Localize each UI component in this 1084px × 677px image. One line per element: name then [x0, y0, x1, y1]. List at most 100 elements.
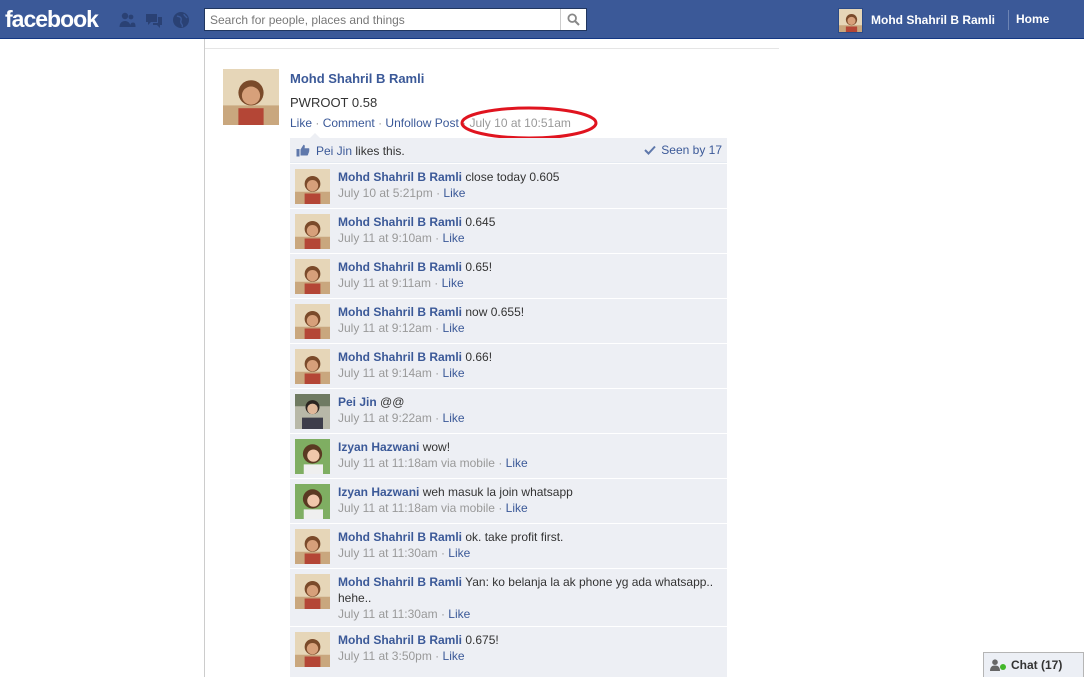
comment-text: 0.65! [465, 260, 493, 274]
comment-timestamp[interactable]: July 11 at 11:18am via mobile [338, 456, 495, 470]
comment-like-link[interactable]: Like [443, 411, 465, 425]
seen-by-link[interactable]: Seen by 17 [644, 143, 722, 157]
nav-divider [1008, 10, 1009, 30]
comment-meta: July 11 at 9:22am · Like [338, 411, 465, 425]
comment-item: Izyan Hazwani weh masuk la join whatsapp… [290, 478, 727, 523]
comment-like-link[interactable]: Like [443, 186, 465, 200]
comment-author-name[interactable]: Mohd Shahril B Ramli [338, 170, 462, 184]
comment-timestamp[interactable]: July 11 at 3:50pm [338, 649, 432, 663]
comment-author-name[interactable]: Mohd Shahril B Ramli [338, 215, 462, 229]
comment-item: Mohd Shahril B Ramli now 0.655! July 11 a… [290, 298, 727, 343]
profile-link[interactable]: Mohd Shahril B Ramli [838, 7, 995, 33]
comment-body: Pei Jin @@ July 11 at 9:22am · Like [338, 394, 718, 427]
comment-like-link[interactable]: Like [506, 456, 528, 470]
top-navigation-bar: facebook Mohd Shahril B Ramli Home [0, 0, 1084, 39]
comment-body: Mohd Shahril B Ramli Yan: ko belanja la … [338, 574, 718, 623]
comment-author-avatar[interactable] [295, 259, 330, 294]
comment-author-name[interactable]: Mohd Shahril B Ramli [338, 305, 462, 319]
comment-body: Mohd Shahril B Ramli close today 0.605 Ju… [338, 169, 718, 202]
comment-item: Mohd Shahril B Ramli 0.66! July 11 at 9:1… [290, 343, 727, 388]
chat-friends-online-icon [990, 659, 1006, 671]
comment-like-link[interactable]: Like [442, 276, 464, 290]
comment-text: weh masuk la join whatsapp [422, 485, 573, 499]
comment-timestamp[interactable]: July 11 at 9:14am [338, 366, 432, 380]
likes-suffix: likes this. [355, 144, 405, 158]
liker-name[interactable]: Pei Jin [316, 144, 352, 158]
comment-like-link[interactable]: Like [443, 366, 465, 380]
comment-timestamp[interactable]: July 11 at 9:10am [338, 231, 432, 245]
comment-author-avatar[interactable] [295, 304, 330, 339]
comment-author-avatar[interactable] [295, 214, 330, 249]
comment-like-link[interactable]: Like [448, 546, 470, 560]
comment-author-avatar[interactable] [295, 484, 330, 519]
post-timestamp[interactable]: July 10 at 10:51am [469, 116, 570, 130]
comment-item: Mohd Shahril B Ramli ok. take profit fir… [290, 523, 727, 568]
comment-timestamp[interactable]: July 11 at 9:22am [338, 411, 432, 425]
comment-timestamp[interactable]: July 11 at 9:12am [338, 321, 432, 335]
unfollow-post-link[interactable]: Unfollow Post [385, 116, 458, 130]
comment-text: ok. take profit first. [465, 530, 564, 544]
comment-body: Mohd Shahril B Ramli ok. take profit fir… [338, 529, 718, 562]
comment-author-avatar[interactable] [295, 632, 330, 667]
comment-body: Mohd Shahril B Ramli 0.675! July 11 at 3:… [338, 632, 718, 665]
comment-author-name[interactable]: Mohd Shahril B Ramli [338, 350, 462, 364]
chat-bar[interactable]: Chat (17) [983, 652, 1084, 677]
like-link[interactable]: Like [290, 116, 312, 130]
search-input[interactable] [205, 9, 555, 30]
comment-meta: July 11 at 11:18am via mobile · Like [338, 501, 528, 515]
profile-name: Mohd Shahril B Ramli [871, 13, 996, 27]
comment-link[interactable]: Comment [323, 116, 375, 130]
post-author-avatar[interactable] [223, 69, 279, 125]
friend-requests-icon[interactable] [118, 11, 136, 29]
search-button[interactable] [560, 9, 586, 30]
comment-body: Izyan Hazwani weh masuk la join whatsapp… [338, 484, 718, 517]
comment-like-link[interactable]: Like [443, 649, 465, 663]
comment-timestamp[interactable]: July 11 at 11:30am [338, 546, 438, 560]
post-author-name[interactable]: Mohd Shahril B Ramli [290, 71, 424, 86]
comment-meta: July 11 at 11:30am · Like [338, 607, 471, 621]
comment-author-name[interactable]: Mohd Shahril B Ramli [338, 575, 462, 589]
comment-author-avatar[interactable] [295, 574, 330, 609]
post-actions: Like · Comment · Unfollow Post · July 10… [290, 116, 571, 130]
separator: · [315, 116, 320, 130]
comment-author-avatar[interactable] [295, 529, 330, 564]
notifications-globe-icon[interactable] [172, 11, 190, 29]
home-link[interactable]: Home [1016, 12, 1049, 26]
comment-author-name[interactable]: Pei Jin [338, 395, 377, 409]
comment-author-name[interactable]: Mohd Shahril B Ramli [338, 260, 462, 274]
comment-timestamp[interactable]: July 10 at 5:21pm [338, 186, 433, 200]
comment-author-avatar[interactable] [295, 349, 330, 384]
likes-text: Pei Jin likes this. [316, 144, 405, 158]
comment-author-name[interactable]: Mohd Shahril B Ramli [338, 530, 462, 544]
comment-author-avatar[interactable] [295, 439, 330, 474]
comment-body: Mohd Shahril B Ramli 0.65! July 11 at 9:1… [338, 259, 718, 292]
comment-body: Izyan Hazwani wow! July 11 at 11:18am via… [338, 439, 718, 472]
comment-author-avatar[interactable] [295, 169, 330, 204]
comment-author-name[interactable]: Izyan Hazwani [338, 440, 419, 454]
seen-by-label: Seen by 17 [661, 143, 722, 157]
separator: · [378, 116, 383, 130]
comment-meta: July 11 at 9:14am · Like [338, 366, 465, 380]
comment-author-name[interactable]: Mohd Shahril B Ramli [338, 633, 462, 647]
comment-author-name[interactable]: Izyan Hazwani [338, 485, 419, 499]
comment-text: now 0.655! [465, 305, 525, 319]
comment-body: Mohd Shahril B Ramli 0.645 July 11 at 9:1… [338, 214, 718, 247]
comment-text: 0.66! [465, 350, 493, 364]
messages-icon[interactable] [145, 11, 163, 29]
comment-like-link[interactable]: Like [443, 231, 465, 245]
comment-timestamp[interactable]: July 11 at 11:18am via mobile [338, 501, 495, 515]
comment-meta: July 11 at 3:50pm · Like [338, 649, 465, 663]
comment-text: 0.675! [465, 633, 499, 647]
column-divider [204, 39, 205, 677]
chat-label: Chat (17) [1011, 658, 1063, 672]
comment-author-avatar[interactable] [295, 394, 330, 429]
comment-timestamp[interactable]: July 11 at 9:11am [338, 276, 431, 290]
comment-timestamp[interactable]: July 11 at 11:30am [338, 607, 438, 621]
facebook-logo[interactable]: facebook [5, 6, 99, 33]
comment-like-link[interactable]: Like [448, 607, 470, 621]
comment-item: Mohd Shahril B Ramli 0.645 July 11 at 9:1… [290, 208, 727, 253]
comment-item: Pei Jin @@ July 11 at 9:22am · Like [290, 388, 727, 433]
comment-like-link[interactable]: Like [443, 321, 465, 335]
comment-like-link[interactable]: Like [506, 501, 528, 515]
comment-item: Mohd Shahril B Ramli close today 0.605 Ju… [290, 163, 727, 208]
